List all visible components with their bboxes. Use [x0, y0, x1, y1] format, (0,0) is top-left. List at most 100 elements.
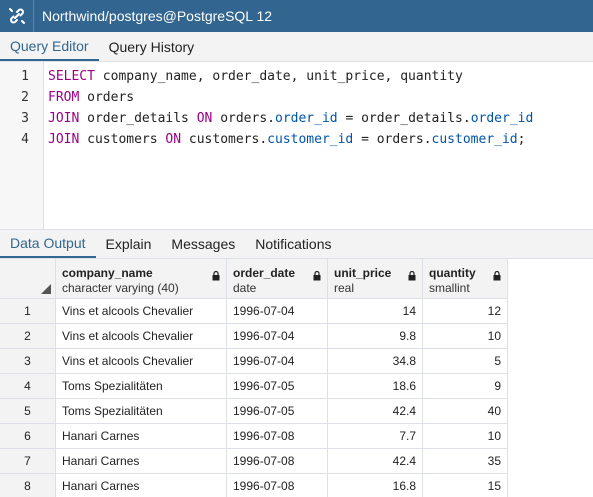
column-type: date	[233, 281, 257, 295]
cell-order-date[interactable]: 1996-07-05	[227, 399, 328, 424]
table-row[interactable]: 1 Vins et alcools Chevalier 1996-07-04 14 12	[0, 299, 593, 324]
table-row[interactable]: 2 Vins et alcools Chevalier 1996-07-04 9.8 1…	[0, 324, 593, 349]
column-name: unit_price	[334, 266, 392, 280]
sql-keyword: SELECT	[48, 69, 95, 84]
sql-field: customer_id	[267, 132, 354, 147]
table-row[interactable]: 4 Toms Spezialitäten 1996-07-05 18.6 9	[0, 374, 593, 399]
column-header-order-date[interactable]: order_date date	[227, 259, 328, 299]
code-line[interactable]: SELECT company_name, order_date, unit_pr…	[48, 66, 463, 87]
cell-order-date[interactable]: 1996-07-08	[227, 474, 328, 497]
cell-order-date[interactable]: 1996-07-05	[227, 374, 328, 399]
table-row[interactable]: 8 Hanari Carnes 1996-07-08 16.8 15	[0, 474, 593, 497]
cell-quantity[interactable]: 5	[423, 349, 508, 374]
tab-query-editor[interactable]: Query Editor	[0, 32, 99, 61]
sql-field: order_id	[275, 111, 338, 126]
code-line[interactable]: JOIN order_details ON orders.order_id = …	[48, 108, 533, 129]
sql-text: customers	[79, 132, 166, 147]
cell-unit-price[interactable]: 7.7	[328, 424, 423, 449]
column-type: character varying (40)	[62, 281, 179, 295]
row-number[interactable]: 6	[0, 424, 56, 449]
sql-text: order_details	[79, 111, 197, 126]
window-title: Northwind/postgres@PostgreSQL 12	[42, 8, 273, 24]
cell-unit-price[interactable]: 14	[328, 299, 423, 324]
sql-field: order_id	[470, 111, 534, 126]
cell-unit-price[interactable]: 42.4	[328, 399, 423, 424]
cell-company-name[interactable]: Hanari Carnes	[56, 474, 227, 497]
cell-quantity[interactable]: 10	[423, 324, 508, 349]
cell-quantity[interactable]: 15	[423, 474, 508, 497]
code-line[interactable]: FROM orders	[48, 87, 134, 108]
table-row[interactable]: 3 Vins et alcools Chevalier 1996-07-04 34.8…	[0, 349, 593, 374]
cell-unit-price[interactable]: 16.8	[328, 474, 423, 497]
code-line[interactable]: JOIN customers ON customers.customer_id …	[48, 129, 525, 150]
row-number[interactable]: 8	[0, 474, 56, 497]
cell-order-date[interactable]: 1996-07-08	[227, 424, 328, 449]
column-type: smallint	[429, 281, 470, 295]
cell-unit-price[interactable]: 18.6	[328, 374, 423, 399]
column-name: quantity	[429, 266, 476, 280]
row-number-header[interactable]	[0, 259, 56, 299]
cell-order-date[interactable]: 1996-07-04	[227, 349, 328, 374]
sql-field: customer_id	[431, 132, 518, 147]
sql-text: customers.	[181, 132, 268, 147]
cell-unit-price[interactable]: 42.4	[328, 449, 423, 474]
cell-company-name[interactable]: Toms Spezialitäten	[56, 399, 227, 424]
row-number[interactable]: 2	[0, 324, 56, 349]
cell-order-date[interactable]: 1996-07-04	[227, 324, 328, 349]
tab-explain[interactable]: Explain	[96, 230, 162, 258]
sql-text: = orders.	[353, 132, 432, 147]
table-row[interactable]: 5 Toms Spezialitäten 1996-07-05 42.4 40	[0, 399, 593, 424]
cell-company-name[interactable]: Vins et alcools Chevalier	[56, 299, 227, 324]
column-name: company_name	[62, 266, 153, 280]
results-tabs: Data Output Explain Messages Notificatio…	[0, 229, 593, 259]
cell-quantity[interactable]: 9	[423, 374, 508, 399]
lock-icon	[313, 271, 321, 281]
column-header-company-name[interactable]: company_name character varying (40)	[56, 259, 227, 299]
table-row[interactable]: 7 Hanari Carnes 1996-07-08 42.4 35	[0, 449, 593, 474]
cell-unit-price[interactable]: 34.8	[328, 349, 423, 374]
tab-notifications[interactable]: Notifications	[245, 230, 341, 258]
sql-keyword: ON	[165, 132, 182, 147]
cell-company-name[interactable]: Hanari Carnes	[56, 449, 227, 474]
row-number[interactable]: 1	[0, 299, 56, 324]
editor-tabs: Query Editor Query History	[0, 32, 593, 62]
row-number[interactable]: 3	[0, 349, 56, 374]
cell-quantity[interactable]: 10	[423, 424, 508, 449]
column-header-unit-price[interactable]: unit_price real	[328, 259, 423, 299]
column-name: order_date	[233, 266, 296, 280]
data-output-grid: company_name character varying (40) orde…	[0, 259, 593, 497]
cell-quantity[interactable]: 12	[423, 299, 508, 324]
line-number: 3	[21, 111, 29, 126]
line-number: 2	[21, 90, 29, 105]
cell-company-name[interactable]: Vins et alcools Chevalier	[56, 324, 227, 349]
column-header-quantity[interactable]: quantity smallint	[423, 259, 508, 299]
cell-order-date[interactable]: 1996-07-04	[227, 299, 328, 324]
sql-text: ;	[517, 132, 526, 147]
cell-order-date[interactable]: 1996-07-08	[227, 449, 328, 474]
sql-editor[interactable]: 1 2 3 4 SELECT company_name, order_date,…	[0, 62, 593, 229]
tab-data-output[interactable]: Data Output	[0, 230, 96, 258]
connection-icon[interactable]	[0, 0, 34, 32]
line-number: 1	[21, 69, 29, 84]
sql-text: = order_details.	[337, 111, 471, 126]
row-number[interactable]: 4	[0, 374, 56, 399]
cell-company-name[interactable]: Hanari Carnes	[56, 424, 227, 449]
line-number: 4	[21, 132, 29, 147]
row-number[interactable]: 5	[0, 399, 56, 424]
sql-keyword: FROM	[48, 90, 80, 105]
cell-quantity[interactable]: 40	[423, 399, 508, 424]
sql-keyword: JOIN	[48, 132, 80, 147]
lock-icon	[408, 271, 416, 281]
sql-keyword: JOIN	[48, 111, 80, 126]
lock-icon	[212, 271, 220, 281]
cell-company-name[interactable]: Toms Spezialitäten	[56, 374, 227, 399]
cell-quantity[interactable]: 35	[423, 449, 508, 474]
table-row[interactable]: 6 Hanari Carnes 1996-07-08 7.7 10	[0, 424, 593, 449]
cell-unit-price[interactable]: 9.8	[328, 324, 423, 349]
tab-query-history[interactable]: Query History	[99, 32, 205, 61]
tab-messages[interactable]: Messages	[161, 230, 245, 258]
row-number[interactable]: 7	[0, 449, 56, 474]
cell-company-name[interactable]: Vins et alcools Chevalier	[56, 349, 227, 374]
sql-keyword: ON	[196, 111, 213, 126]
line-number-gutter: 1 2 3 4	[0, 62, 44, 229]
